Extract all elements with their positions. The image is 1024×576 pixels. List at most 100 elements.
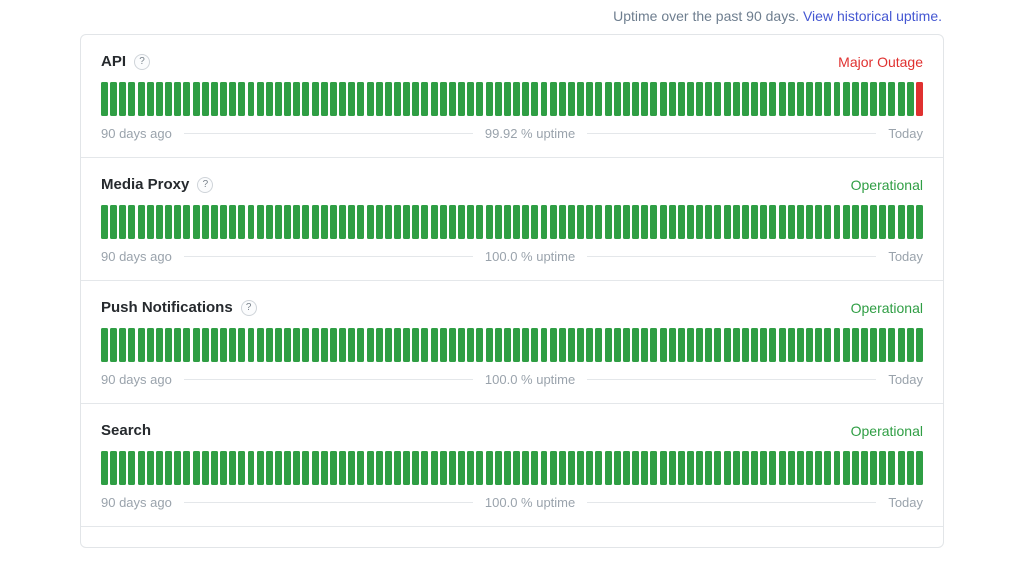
uptime-day-bar[interactable]: [559, 82, 566, 116]
uptime-day-bar[interactable]: [138, 205, 145, 239]
uptime-day-bar[interactable]: [870, 82, 877, 116]
uptime-day-bar[interactable]: [495, 205, 502, 239]
uptime-day-bar[interactable]: [687, 82, 694, 116]
uptime-day-bar[interactable]: [568, 328, 575, 362]
uptime-day-bar[interactable]: [193, 328, 200, 362]
uptime-day-bar[interactable]: [376, 82, 383, 116]
uptime-day-bar[interactable]: [211, 82, 218, 116]
uptime-day-bar[interactable]: [119, 451, 126, 485]
uptime-day-bar[interactable]: [357, 82, 364, 116]
uptime-day-bar[interactable]: [385, 82, 392, 116]
uptime-day-bar[interactable]: [769, 82, 776, 116]
uptime-day-bar[interactable]: [513, 82, 520, 116]
uptime-day-bar[interactable]: [760, 451, 767, 485]
uptime-day-bar[interactable]: [724, 82, 731, 116]
uptime-day-bar[interactable]: [577, 82, 584, 116]
uptime-day-bar[interactable]: [183, 328, 190, 362]
uptime-day-bar[interactable]: [476, 451, 483, 485]
uptime-day-bar[interactable]: [815, 205, 822, 239]
uptime-day-bar[interactable]: [742, 451, 749, 485]
uptime-day-bar[interactable]: [779, 205, 786, 239]
uptime-day-bar[interactable]: [605, 205, 612, 239]
uptime-day-bar[interactable]: [257, 328, 264, 362]
uptime-day-bar[interactable]: [486, 82, 493, 116]
uptime-day-bar[interactable]: [412, 205, 419, 239]
uptime-day-bar[interactable]: [879, 328, 886, 362]
uptime-day-bar[interactable]: [321, 82, 328, 116]
uptime-day-bar[interactable]: [531, 328, 538, 362]
uptime-day-bar[interactable]: [907, 328, 914, 362]
uptime-day-bar[interactable]: [861, 82, 868, 116]
uptime-day-bar[interactable]: [312, 451, 319, 485]
view-historical-link[interactable]: View historical uptime.: [803, 8, 942, 24]
uptime-day-bar[interactable]: [907, 451, 914, 485]
uptime-day-bar[interactable]: [128, 328, 135, 362]
uptime-day-bar[interactable]: [495, 451, 502, 485]
uptime-day-bar[interactable]: [174, 451, 181, 485]
uptime-day-bar[interactable]: [788, 82, 795, 116]
uptime-day-bar[interactable]: [385, 451, 392, 485]
uptime-day-bar[interactable]: [248, 205, 255, 239]
uptime-day-bar[interactable]: [660, 205, 667, 239]
uptime-day-bar[interactable]: [394, 82, 401, 116]
help-icon[interactable]: ?: [241, 300, 257, 316]
uptime-day-bar[interactable]: [898, 205, 905, 239]
uptime-day-bar[interactable]: [138, 451, 145, 485]
uptime-day-bar[interactable]: [660, 328, 667, 362]
uptime-day-bar[interactable]: [522, 451, 529, 485]
uptime-day-bar[interactable]: [595, 205, 602, 239]
uptime-day-bar[interactable]: [724, 205, 731, 239]
uptime-day-bar[interactable]: [568, 82, 575, 116]
uptime-day-bar[interactable]: [714, 328, 721, 362]
uptime-day-bar[interactable]: [431, 328, 438, 362]
uptime-day-bar[interactable]: [861, 328, 868, 362]
uptime-day-bar[interactable]: [440, 451, 447, 485]
uptime-day-bar[interactable]: [907, 205, 914, 239]
uptime-day-bar[interactable]: [843, 328, 850, 362]
uptime-day-bar[interactable]: [696, 328, 703, 362]
uptime-day-bar[interactable]: [128, 82, 135, 116]
uptime-day-bar[interactable]: [870, 205, 877, 239]
uptime-day-bar[interactable]: [238, 205, 245, 239]
uptime-day-bar[interactable]: [669, 205, 676, 239]
uptime-day-bar[interactable]: [760, 82, 767, 116]
uptime-day-bar[interactable]: [797, 328, 804, 362]
uptime-day-bar[interactable]: [824, 328, 831, 362]
uptime-day-bar[interactable]: [193, 205, 200, 239]
uptime-day-bar[interactable]: [376, 328, 383, 362]
uptime-day-bar[interactable]: [586, 328, 593, 362]
uptime-day-bar[interactable]: [641, 205, 648, 239]
uptime-day-bar[interactable]: [916, 451, 923, 485]
uptime-day-bar[interactable]: [128, 205, 135, 239]
uptime-day-bar[interactable]: [440, 328, 447, 362]
uptime-day-bar[interactable]: [266, 82, 273, 116]
uptime-day-bar[interactable]: [202, 328, 209, 362]
uptime-day-bar[interactable]: [101, 328, 108, 362]
uptime-day-bar[interactable]: [495, 82, 502, 116]
uptime-day-bar[interactable]: [760, 328, 767, 362]
uptime-day-bar[interactable]: [394, 328, 401, 362]
uptime-day-bar[interactable]: [275, 451, 282, 485]
uptime-day-bar[interactable]: [577, 451, 584, 485]
uptime-day-bar[interactable]: [852, 205, 859, 239]
uptime-day-bar[interactable]: [605, 82, 612, 116]
uptime-day-bar[interactable]: [843, 451, 850, 485]
uptime-day-bar[interactable]: [293, 328, 300, 362]
uptime-day-bar[interactable]: [495, 328, 502, 362]
uptime-day-bar[interactable]: [431, 82, 438, 116]
uptime-day-bar[interactable]: [431, 205, 438, 239]
uptime-day-bar[interactable]: [531, 451, 538, 485]
uptime-day-bar[interactable]: [742, 205, 749, 239]
uptime-day-bar[interactable]: [266, 205, 273, 239]
uptime-day-bar[interactable]: [669, 328, 676, 362]
uptime-day-bar[interactable]: [632, 451, 639, 485]
uptime-day-bar[interactable]: [550, 82, 557, 116]
uptime-day-bar[interactable]: [788, 451, 795, 485]
uptime-day-bar[interactable]: [641, 451, 648, 485]
uptime-day-bar[interactable]: [724, 328, 731, 362]
uptime-day-bar[interactable]: [211, 328, 218, 362]
uptime-day-bar[interactable]: [156, 451, 163, 485]
uptime-day-bar[interactable]: [660, 451, 667, 485]
uptime-day-bar[interactable]: [632, 328, 639, 362]
uptime-day-bar[interactable]: [275, 205, 282, 239]
